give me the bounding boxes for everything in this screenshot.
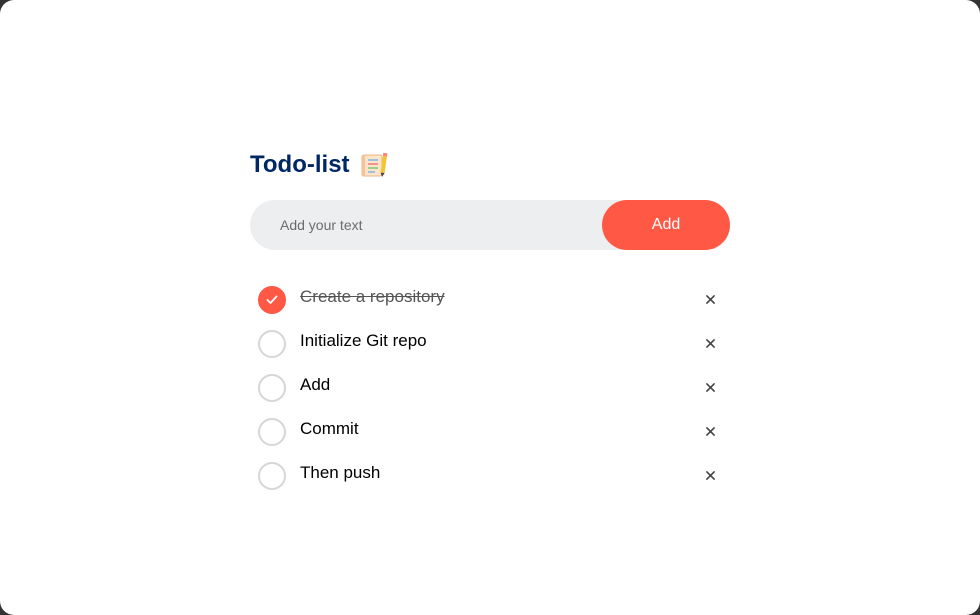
unchecked-circle-icon[interactable] <box>258 374 286 402</box>
close-icon[interactable] <box>702 291 718 307</box>
task-item[interactable]: Commit <box>250 410 730 454</box>
unchecked-circle-icon[interactable] <box>258 462 286 490</box>
page-title: Todo-list <box>250 151 350 178</box>
task-item[interactable]: Initialize Git repo <box>250 322 730 366</box>
unchecked-circle-icon[interactable] <box>258 418 286 446</box>
task-label[interactable]: Create a repository <box>300 287 445 307</box>
task-label[interactable]: Commit <box>300 419 359 439</box>
checkmark-icon <box>266 295 278 304</box>
checked-circle-icon[interactable] <box>258 286 286 314</box>
app-window: Todo-list Add Create a repositoryIn <box>0 0 980 615</box>
close-icon[interactable] <box>702 467 718 483</box>
task-item[interactable]: Add <box>250 366 730 410</box>
task-label[interactable]: Then push <box>300 463 380 483</box>
unchecked-circle-icon[interactable] <box>258 330 286 358</box>
header: Todo-list <box>250 148 730 182</box>
add-button[interactable]: Add <box>602 200 730 250</box>
add-task-row: Add <box>250 200 730 250</box>
notepad-icon <box>360 152 388 178</box>
close-icon[interactable] <box>702 423 718 439</box>
todo-app: Todo-list Add Create a repositoryIn <box>250 148 730 490</box>
task-input[interactable] <box>280 200 620 250</box>
task-label[interactable]: Add <box>300 375 330 395</box>
task-label[interactable]: Initialize Git repo <box>300 331 427 351</box>
task-item[interactable]: Then push <box>250 454 730 498</box>
close-icon[interactable] <box>702 335 718 351</box>
task-item[interactable]: Create a repository <box>250 278 730 322</box>
task-list: Create a repository Initialize Git repo Ad… <box>250 278 730 498</box>
close-icon[interactable] <box>702 379 718 395</box>
